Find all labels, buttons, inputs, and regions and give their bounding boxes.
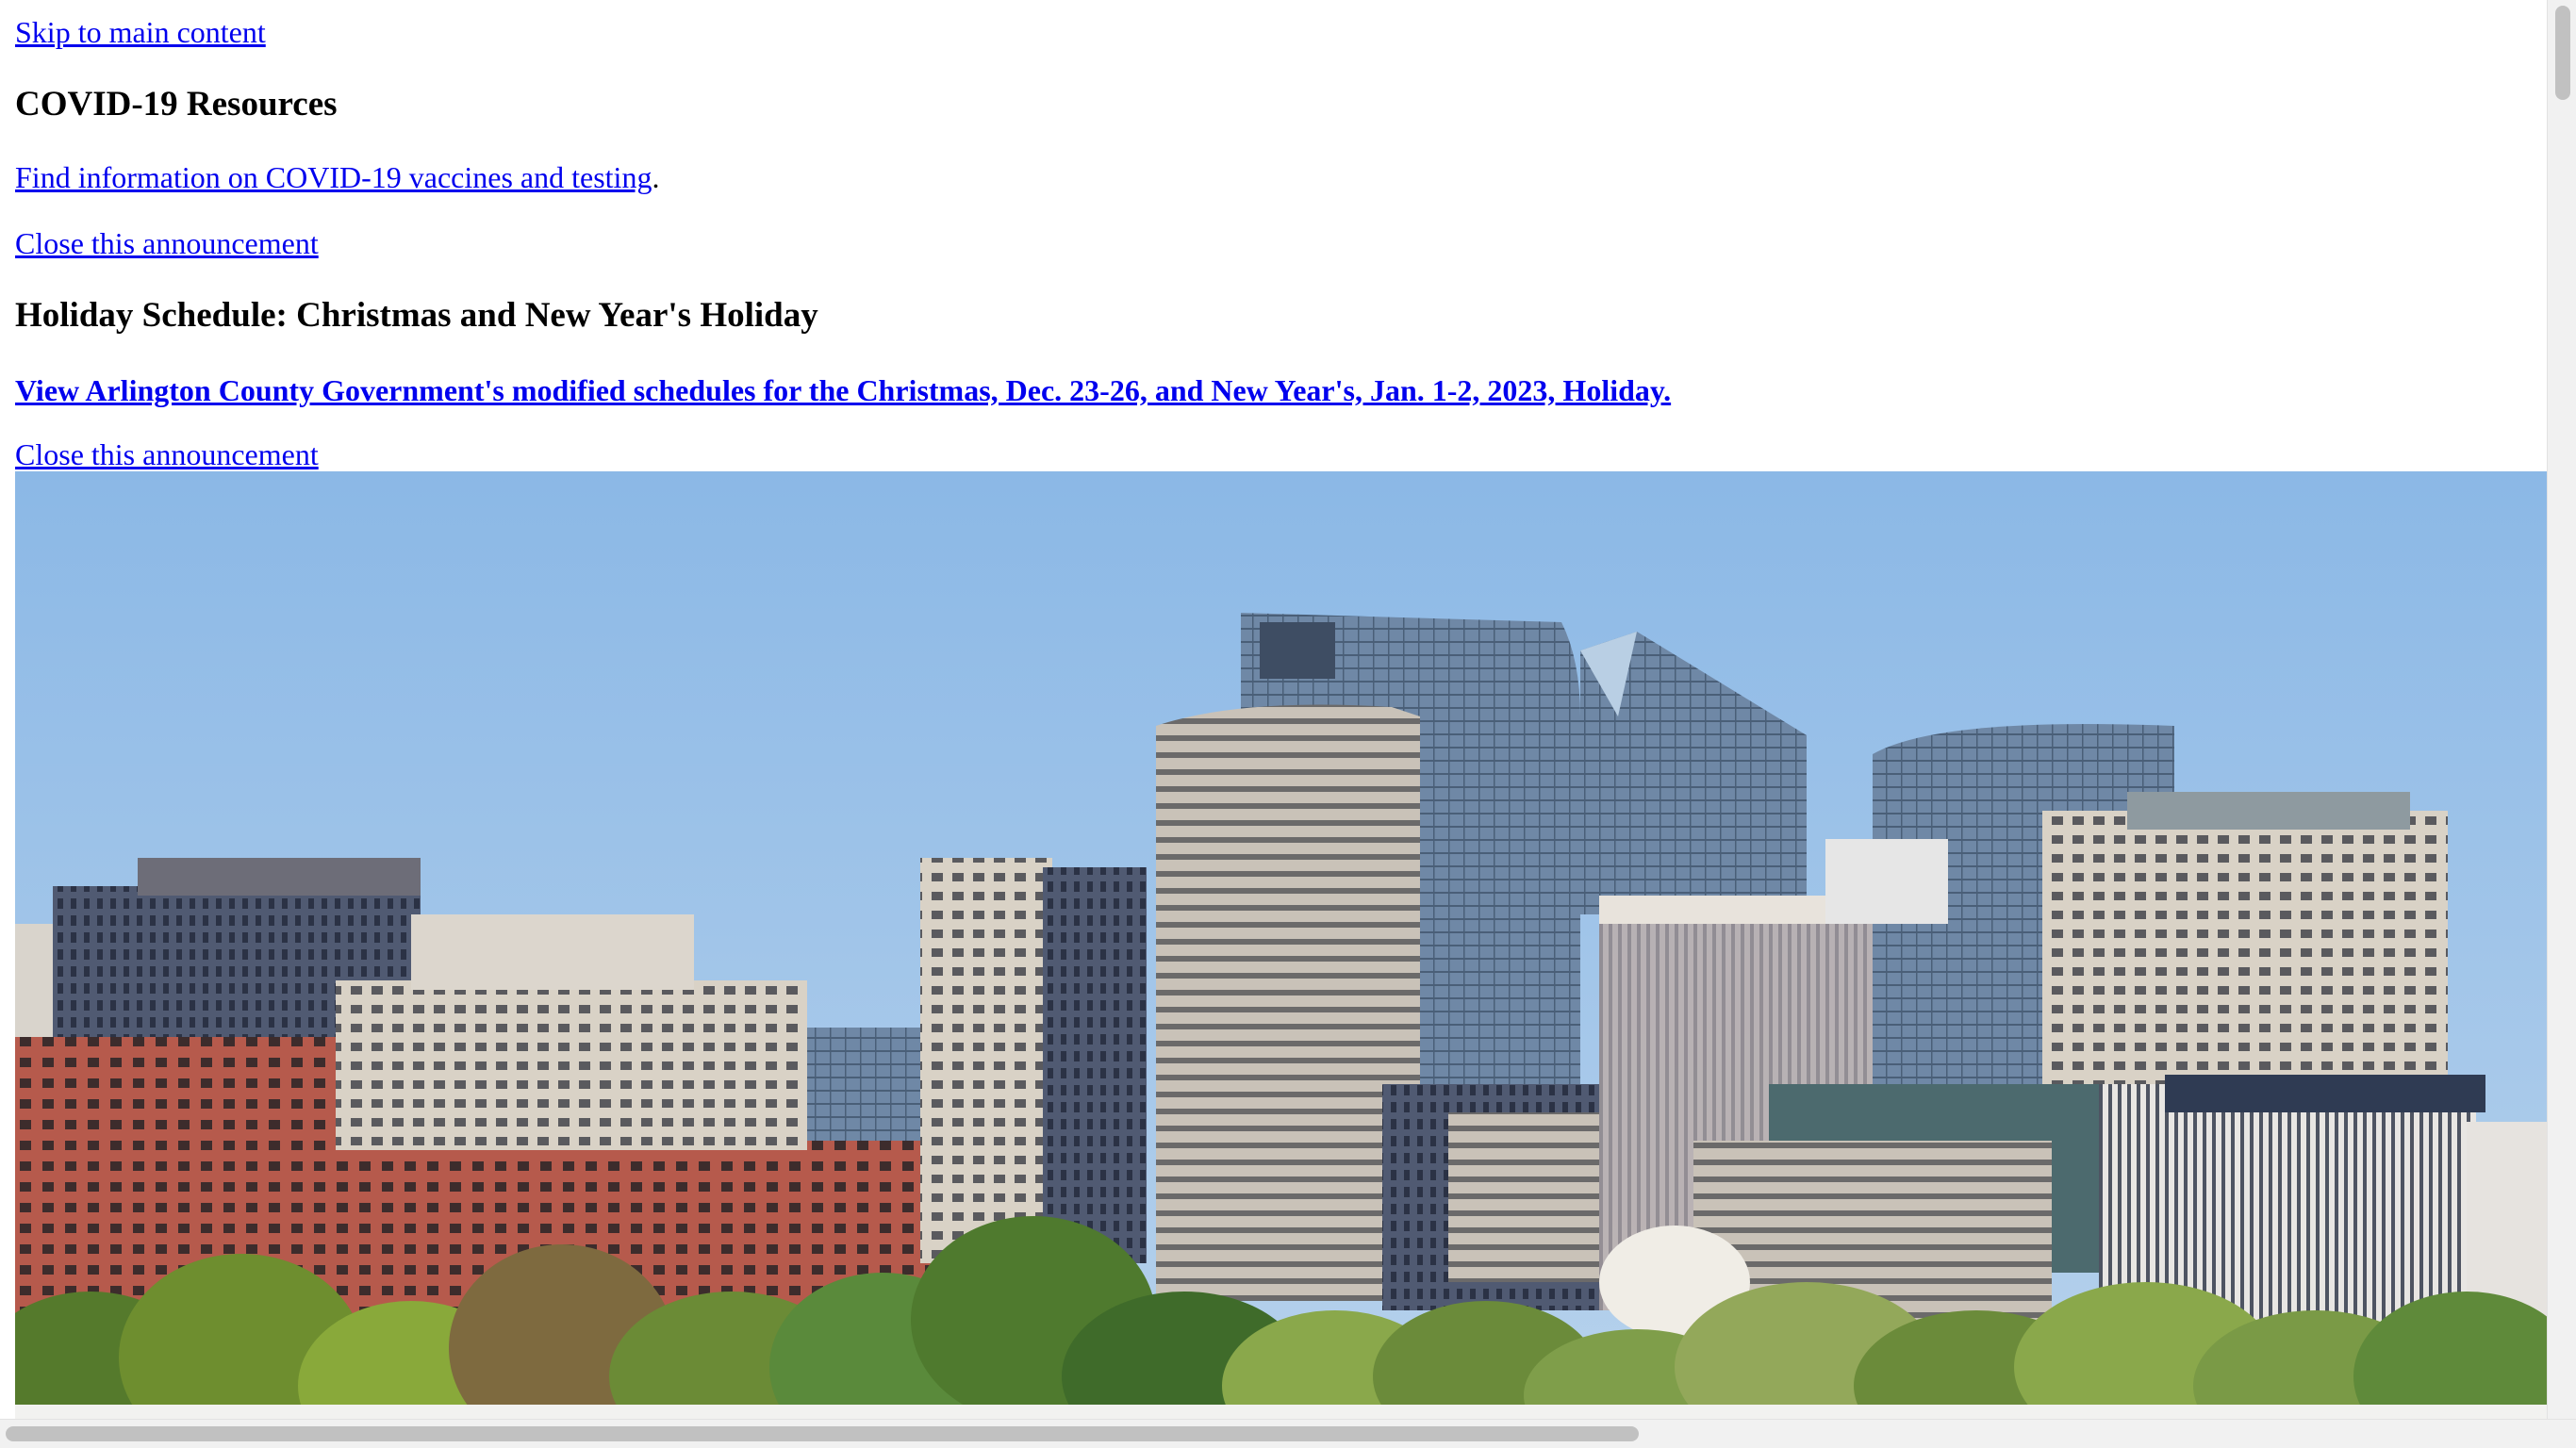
holiday-announcement-text: View Arlington County Government's modif… [15,370,1671,411]
covid-announcement-text: Find information on COVID-19 vaccines an… [15,156,659,198]
horizontal-scrollbar[interactable] [0,1419,2576,1448]
covid-announcement-heading: COVID-19 Resources [15,85,338,123]
hero-skyline-image [15,471,2548,1420]
close-covid-announcement-link[interactable]: Close this announcement [15,222,319,264]
skip-to-main-content-link[interactable]: Skip to main content [15,11,266,53]
close-holiday-announcement-link[interactable]: Close this announcement [15,434,319,475]
covid-info-link[interactable]: Find information on COVID-19 vaccines an… [15,160,652,194]
vertical-scrollbar[interactable] [2547,0,2576,1420]
holiday-announcement-heading: Holiday Schedule: Christmas and New Year… [15,296,818,335]
horizontal-scrollbar-thumb[interactable] [6,1426,1639,1441]
holiday-schedule-link[interactable]: View Arlington County Government's modif… [15,373,1671,407]
covid-trailing-period: . [652,160,660,194]
vertical-scrollbar-thumb[interactable] [2555,6,2570,100]
